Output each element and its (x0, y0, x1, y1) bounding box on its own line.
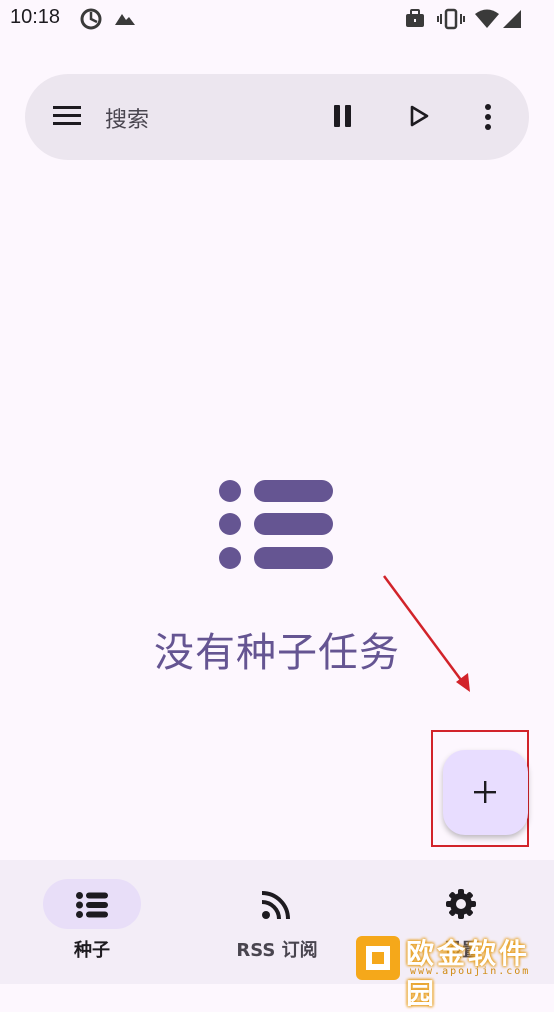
watermark: 欧金软件园 www.apoujin.com (356, 932, 548, 1010)
watermark-logo (356, 936, 400, 980)
nav-item-rss[interactable]: RSS 订阅 (185, 860, 369, 984)
vibrate-icon (437, 8, 465, 34)
list-icon (218, 479, 336, 575)
wifi-icon (475, 9, 499, 33)
gear-icon (445, 888, 477, 924)
pause-all-icon[interactable] (332, 104, 354, 132)
briefcase-icon (404, 8, 426, 34)
more-vert-icon[interactable] (477, 104, 499, 134)
status-time: 10:18 (10, 6, 61, 28)
search-bar[interactable]: 搜索 (25, 74, 529, 160)
resume-all-icon[interactable] (408, 104, 430, 132)
data-saver-icon (80, 8, 102, 34)
watermark-url: www.apoujin.com (410, 966, 531, 977)
nav-label-torrents: 种子 (74, 940, 110, 961)
annotation-arrow (378, 572, 478, 702)
nav-label-rss: RSS 订阅 (236, 940, 318, 961)
status-bar: 10:18 (0, 0, 554, 38)
mountain-icon (114, 10, 136, 30)
nav-item-torrents[interactable]: 种子 (0, 860, 184, 984)
add-torrent-button[interactable] (443, 750, 528, 835)
plus-icon (473, 780, 497, 808)
signal-icon (502, 9, 522, 33)
list-icon (76, 892, 108, 922)
search-input[interactable]: 搜索 (105, 102, 149, 134)
rss-icon (261, 891, 290, 923)
hamburger-menu-icon[interactable] (53, 105, 81, 131)
